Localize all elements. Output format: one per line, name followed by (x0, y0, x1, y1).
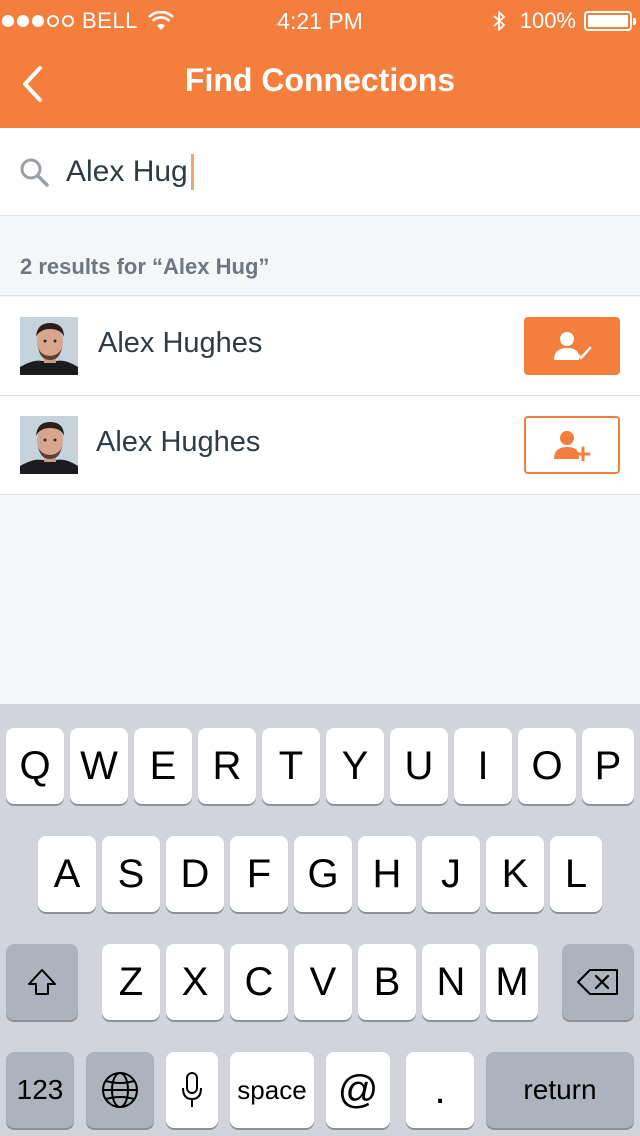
key-r[interactable]: R (198, 728, 256, 804)
text-cursor (190, 154, 194, 190)
globe-icon (102, 1072, 138, 1108)
key-f[interactable]: F (230, 836, 288, 912)
key-u[interactable]: U (390, 728, 448, 804)
contact-name: Alex Hughes (96, 426, 261, 458)
list-item[interactable]: Alex Hughes (0, 297, 640, 396)
avatar[interactable] (20, 317, 78, 375)
page-title: Find Connections (184, 62, 456, 98)
key-y[interactable]: Y (326, 728, 384, 804)
key-p[interactable]: P (582, 728, 634, 804)
space-key[interactable]: space (230, 1052, 314, 1128)
key-o[interactable]: O (518, 728, 576, 804)
at-key[interactable]: @ (326, 1052, 390, 1128)
key-l[interactable]: L (550, 836, 602, 912)
key-k[interactable]: K (486, 836, 544, 912)
results-summary: 2 results for “Alex Hug” (20, 254, 270, 279)
search-icon (20, 158, 49, 187)
key-e[interactable]: E (134, 728, 192, 804)
numbers-key[interactable]: 123 (6, 1052, 74, 1128)
avatar-photo (20, 416, 78, 474)
key-w[interactable]: W (70, 728, 128, 804)
keyboard: Q W E R T Y U I O P A S D F G H J K L Z … (0, 704, 640, 1136)
connected-button[interactable] (524, 317, 620, 375)
key-a[interactable]: A (38, 836, 96, 912)
search-input[interactable]: Alex Hug (66, 148, 194, 196)
avatar-photo (20, 317, 78, 375)
key-n[interactable]: N (422, 944, 480, 1020)
key-g[interactable]: G (294, 836, 352, 912)
key-h[interactable]: H (358, 836, 416, 912)
shift-key[interactable] (6, 944, 78, 1020)
user-add-icon (554, 431, 591, 461)
return-key[interactable]: return (486, 1052, 634, 1128)
user-check-icon (554, 332, 592, 360)
add-connection-button[interactable] (524, 416, 620, 474)
avatar[interactable] (20, 416, 78, 474)
key-z[interactable]: Z (102, 944, 160, 1020)
contact-name: Alex Hughes (98, 327, 263, 359)
key-q[interactable]: Q (6, 728, 64, 804)
results-header: 2 results for “Alex Hug” (0, 216, 640, 296)
key-x[interactable]: X (166, 944, 224, 1020)
status-bar: BELL 4:21 PM 100% (0, 0, 640, 40)
list-item[interactable]: Alex Hughes (0, 396, 640, 495)
key-c[interactable]: C (230, 944, 288, 1020)
key-b[interactable]: B (358, 944, 416, 1020)
battery-icon (584, 11, 636, 31)
battery-percent: 100% (519, 8, 576, 33)
key-i[interactable]: I (454, 728, 512, 804)
key-m[interactable]: M (486, 944, 538, 1020)
globe-key[interactable] (86, 1052, 154, 1128)
bluetooth-icon (493, 11, 505, 31)
search-input-value: Alex Hug (66, 155, 188, 188)
search-bar[interactable]: Alex Hug (0, 128, 640, 216)
delete-key[interactable] (562, 944, 634, 1020)
period-key[interactable]: . (406, 1052, 474, 1128)
key-d[interactable]: D (166, 836, 224, 912)
key-t[interactable]: T (262, 728, 320, 804)
shift-icon (28, 969, 56, 995)
key-v[interactable]: V (294, 944, 352, 1020)
dictation-key[interactable] (166, 1052, 218, 1128)
key-s[interactable]: S (102, 836, 160, 912)
status-right: 100% (492, 8, 636, 34)
microphone-icon (182, 1072, 202, 1107)
backspace-icon (577, 969, 618, 995)
key-j[interactable]: J (422, 836, 480, 912)
navigation-bar: Find Connections (0, 40, 640, 128)
